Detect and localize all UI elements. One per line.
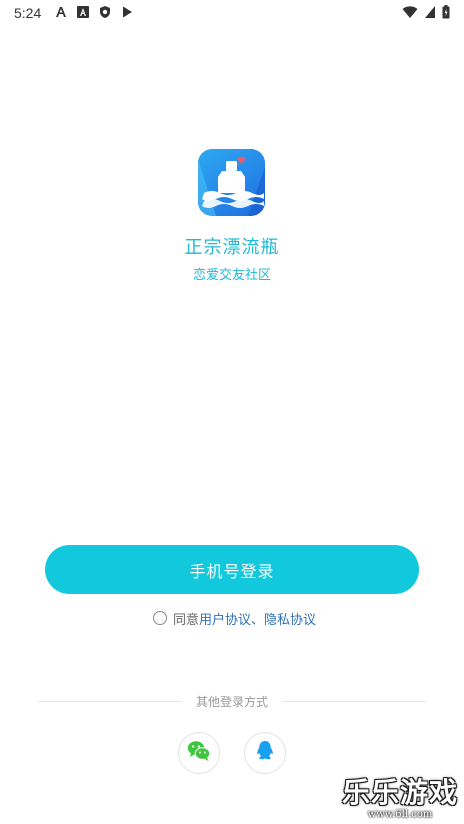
app-name: 正宗漂流瓶 <box>184 237 280 258</box>
play-store-icon <box>120 5 134 19</box>
wifi-icon <box>402 5 418 23</box>
user-agreement-link[interactable]: 用户协议 <box>199 609 251 628</box>
qq-login-button[interactable] <box>244 732 286 774</box>
battery-icon <box>442 5 450 23</box>
agreement-checkbox[interactable] <box>153 611 167 625</box>
status-left-icons <box>54 5 134 19</box>
watermark: 乐乐游戏 www.6ll.com <box>342 771 458 820</box>
app-slogan: 恋爱交友社区 <box>192 268 271 283</box>
watermark-main: 乐乐游戏 <box>341 776 458 809</box>
wechat-login-button[interactable] <box>178 732 220 774</box>
agreement-separator: 、 <box>251 612 265 628</box>
a-square-icon <box>76 5 90 19</box>
phone-login-label: 手机号登录 <box>189 561 275 581</box>
agreement-row: 同意 用户协议 、 隐私协议 <box>153 607 316 629</box>
divider-line-right <box>282 700 427 702</box>
other-login-label: 其他登录方式 <box>196 694 269 709</box>
privacy-agreement-link[interactable]: 隐私协议 <box>264 609 316 628</box>
phone-login-button[interactable]: 手机号登录 <box>45 545 419 594</box>
font-icon <box>54 5 68 19</box>
signal-icon <box>424 5 436 23</box>
other-login-divider: 其他登录方式 <box>38 692 427 710</box>
status-bar: 5:24 <box>0 0 464 26</box>
bottle-logo-icon <box>198 149 265 216</box>
divider-line-left <box>38 700 182 702</box>
qq-icon <box>255 740 275 766</box>
shield-icon <box>98 5 112 19</box>
status-time: 5:24 <box>14 5 42 21</box>
status-right-icons <box>402 5 450 23</box>
agreement-prefix: 同意 <box>173 612 200 628</box>
wechat-icon <box>187 740 211 766</box>
